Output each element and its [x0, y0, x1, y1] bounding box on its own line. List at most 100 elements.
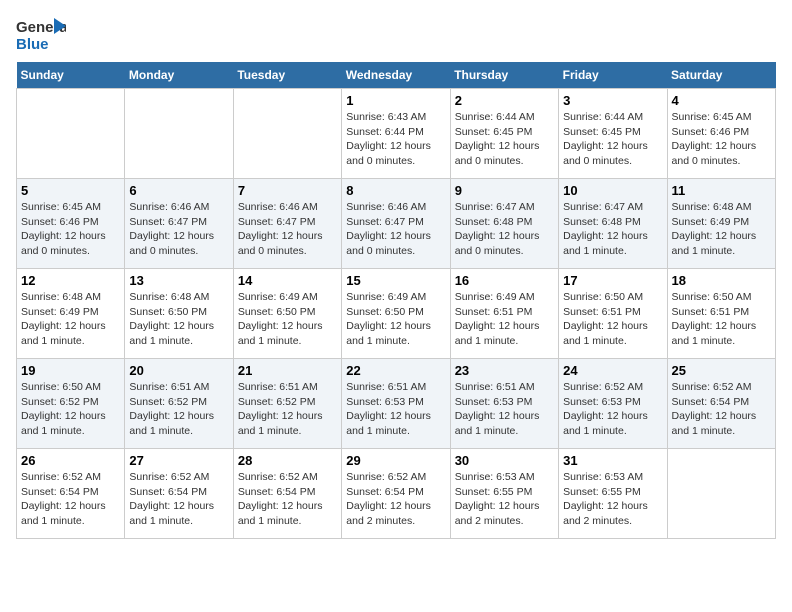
day-info: Sunrise: 6:48 AMSunset: 6:50 PMDaylight:…: [129, 290, 228, 349]
day-info: Sunrise: 6:49 AMSunset: 6:50 PMDaylight:…: [346, 290, 445, 349]
calendar-cell: 2 Sunrise: 6:44 AMSunset: 6:45 PMDaylight…: [450, 89, 558, 179]
day-info: Sunrise: 6:45 AMSunset: 6:46 PMDaylight:…: [672, 110, 771, 169]
calendar-cell: 17 Sunrise: 6:50 AMSunset: 6:51 PMDayligh…: [559, 269, 667, 359]
calendar-cell: 18Sunrise: 6:50 AMSunset: 6:51 PMDayligh…: [667, 269, 775, 359]
calendar-week-1: 1Sunrise: 6:43 AMSunset: 6:44 PMDaylight…: [17, 89, 776, 179]
day-number: 5: [21, 183, 120, 198]
day-number: 7: [238, 183, 337, 198]
day-info: Sunrise: 6:51 AMSunset: 6:53 PMDaylight:…: [455, 380, 554, 439]
day-info: Sunrise: 6:47 AMSunset: 6:48 PMDaylight:…: [455, 200, 554, 259]
calendar-cell: 29 Sunrise: 6:52 AMSunset: 6:54 PMDayligh…: [342, 449, 450, 539]
calendar-cell: [233, 89, 341, 179]
calendar-cell: 10 Sunrise: 6:47 AMSunset: 6:48 PMDayligh…: [559, 179, 667, 269]
calendar-cell: [17, 89, 125, 179]
days-header-row: SundayMondayTuesdayWednesdayThursdayFrid…: [17, 62, 776, 89]
calendar-cell: 5 Sunrise: 6:45 AMSunset: 6:46 PMDaylight…: [17, 179, 125, 269]
day-info: Sunrise: 6:53 AMSunset: 6:55 PMDaylight:…: [455, 470, 554, 529]
calendar-week-3: 12Sunrise: 6:48 AMSunset: 6:49 PMDayligh…: [17, 269, 776, 359]
calendar-cell: 26 Sunrise: 6:52 AMSunset: 6:54 PMDayligh…: [17, 449, 125, 539]
day-number: 19: [21, 363, 120, 378]
page-header: GeneralBlue: [16, 16, 776, 52]
day-number: 25: [672, 363, 771, 378]
calendar-cell: [125, 89, 233, 179]
day-number: 28: [238, 453, 337, 468]
svg-text:Blue: Blue: [16, 36, 49, 52]
day-number: 10: [563, 183, 662, 198]
header-monday: Monday: [125, 62, 233, 89]
calendar-cell: 25 Sunrise: 6:52 AMSunset: 6:54 PMDayligh…: [667, 359, 775, 449]
day-number: 23: [455, 363, 554, 378]
day-number: 26: [21, 453, 120, 468]
calendar-cell: 20 Sunrise: 6:51 AMSunset: 6:52 PMDayligh…: [125, 359, 233, 449]
calendar-week-4: 19 Sunrise: 6:50 AMSunset: 6:52 PMDayligh…: [17, 359, 776, 449]
day-number: 4: [672, 93, 771, 108]
calendar-cell: 24 Sunrise: 6:52 AMSunset: 6:53 PMDayligh…: [559, 359, 667, 449]
day-number: 20: [129, 363, 228, 378]
calendar-week-5: 26 Sunrise: 6:52 AMSunset: 6:54 PMDayligh…: [17, 449, 776, 539]
day-info: Sunrise: 6:53 AMSunset: 6:55 PMDaylight:…: [563, 470, 662, 529]
calendar-cell: 30 Sunrise: 6:53 AMSunset: 6:55 PMDayligh…: [450, 449, 558, 539]
day-number: 12: [21, 273, 120, 288]
day-info: Sunrise: 6:46 AMSunset: 6:47 PMDaylight:…: [238, 200, 337, 259]
day-info: Sunrise: 6:46 AMSunset: 6:47 PMDaylight:…: [129, 200, 228, 259]
day-number: 31: [563, 453, 662, 468]
day-info: Sunrise: 6:52 AMSunset: 6:54 PMDaylight:…: [238, 470, 337, 529]
calendar-week-2: 5 Sunrise: 6:45 AMSunset: 6:46 PMDaylight…: [17, 179, 776, 269]
calendar-cell: 22Sunrise: 6:51 AMSunset: 6:53 PMDayligh…: [342, 359, 450, 449]
calendar-cell: 3 Sunrise: 6:44 AMSunset: 6:45 PMDaylight…: [559, 89, 667, 179]
day-number: 29: [346, 453, 445, 468]
calendar-cell: 8 Sunrise: 6:46 AMSunset: 6:47 PMDaylight…: [342, 179, 450, 269]
day-info: Sunrise: 6:52 AMSunset: 6:54 PMDaylight:…: [346, 470, 445, 529]
calendar-cell: 31 Sunrise: 6:53 AMSunset: 6:55 PMDayligh…: [559, 449, 667, 539]
day-number: 6: [129, 183, 228, 198]
day-info: Sunrise: 6:52 AMSunset: 6:54 PMDaylight:…: [21, 470, 120, 529]
day-info: Sunrise: 6:46 AMSunset: 6:47 PMDaylight:…: [346, 200, 445, 259]
day-info: Sunrise: 6:50 AMSunset: 6:52 PMDaylight:…: [21, 380, 120, 439]
day-info: Sunrise: 6:52 AMSunset: 6:54 PMDaylight:…: [129, 470, 228, 529]
day-number: 13: [129, 273, 228, 288]
calendar-cell: [667, 449, 775, 539]
day-info: Sunrise: 6:47 AMSunset: 6:48 PMDaylight:…: [563, 200, 662, 259]
calendar-cell: 12Sunrise: 6:48 AMSunset: 6:49 PMDayligh…: [17, 269, 125, 359]
day-number: 9: [455, 183, 554, 198]
day-number: 24: [563, 363, 662, 378]
day-number: 21: [238, 363, 337, 378]
day-number: 8: [346, 183, 445, 198]
day-info: Sunrise: 6:52 AMSunset: 6:53 PMDaylight:…: [563, 380, 662, 439]
day-number: 27: [129, 453, 228, 468]
header-thursday: Thursday: [450, 62, 558, 89]
calendar-cell: 21Sunrise: 6:51 AMSunset: 6:52 PMDayligh…: [233, 359, 341, 449]
day-info: Sunrise: 6:49 AMSunset: 6:51 PMDaylight:…: [455, 290, 554, 349]
day-number: 17: [563, 273, 662, 288]
calendar-cell: 27 Sunrise: 6:52 AMSunset: 6:54 PMDayligh…: [125, 449, 233, 539]
calendar-cell: 13 Sunrise: 6:48 AMSunset: 6:50 PMDayligh…: [125, 269, 233, 359]
calendar-cell: 7 Sunrise: 6:46 AMSunset: 6:47 PMDaylight…: [233, 179, 341, 269]
day-info: Sunrise: 6:44 AMSunset: 6:45 PMDaylight:…: [563, 110, 662, 169]
header-wednesday: Wednesday: [342, 62, 450, 89]
day-info: Sunrise: 6:51 AMSunset: 6:52 PMDaylight:…: [129, 380, 228, 439]
day-info: Sunrise: 6:44 AMSunset: 6:45 PMDaylight:…: [455, 110, 554, 169]
calendar-cell: 15 Sunrise: 6:49 AMSunset: 6:50 PMDayligh…: [342, 269, 450, 359]
day-info: Sunrise: 6:43 AMSunset: 6:44 PMDaylight:…: [346, 110, 445, 169]
calendar-cell: 1Sunrise: 6:43 AMSunset: 6:44 PMDaylight…: [342, 89, 450, 179]
day-number: 30: [455, 453, 554, 468]
day-info: Sunrise: 6:45 AMSunset: 6:46 PMDaylight:…: [21, 200, 120, 259]
calendar-cell: 28 Sunrise: 6:52 AMSunset: 6:54 PMDayligh…: [233, 449, 341, 539]
day-number: 2: [455, 93, 554, 108]
day-number: 14: [238, 273, 337, 288]
day-number: 3: [563, 93, 662, 108]
day-number: 16: [455, 273, 554, 288]
header-tuesday: Tuesday: [233, 62, 341, 89]
logo-svg: GeneralBlue: [16, 16, 66, 52]
calendar-table: SundayMondayTuesdayWednesdayThursdayFrid…: [16, 62, 776, 539]
logo: GeneralBlue: [16, 16, 66, 52]
calendar-cell: 16 Sunrise: 6:49 AMSunset: 6:51 PMDayligh…: [450, 269, 558, 359]
day-info: Sunrise: 6:52 AMSunset: 6:54 PMDaylight:…: [672, 380, 771, 439]
day-info: Sunrise: 6:48 AMSunset: 6:49 PMDaylight:…: [672, 200, 771, 259]
day-info: Sunrise: 6:50 AMSunset: 6:51 PMDaylight:…: [563, 290, 662, 349]
calendar-cell: 4 Sunrise: 6:45 AMSunset: 6:46 PMDaylight…: [667, 89, 775, 179]
calendar-cell: 19 Sunrise: 6:50 AMSunset: 6:52 PMDayligh…: [17, 359, 125, 449]
day-number: 15: [346, 273, 445, 288]
calendar-cell: 9 Sunrise: 6:47 AMSunset: 6:48 PMDaylight…: [450, 179, 558, 269]
calendar-cell: 23 Sunrise: 6:51 AMSunset: 6:53 PMDayligh…: [450, 359, 558, 449]
